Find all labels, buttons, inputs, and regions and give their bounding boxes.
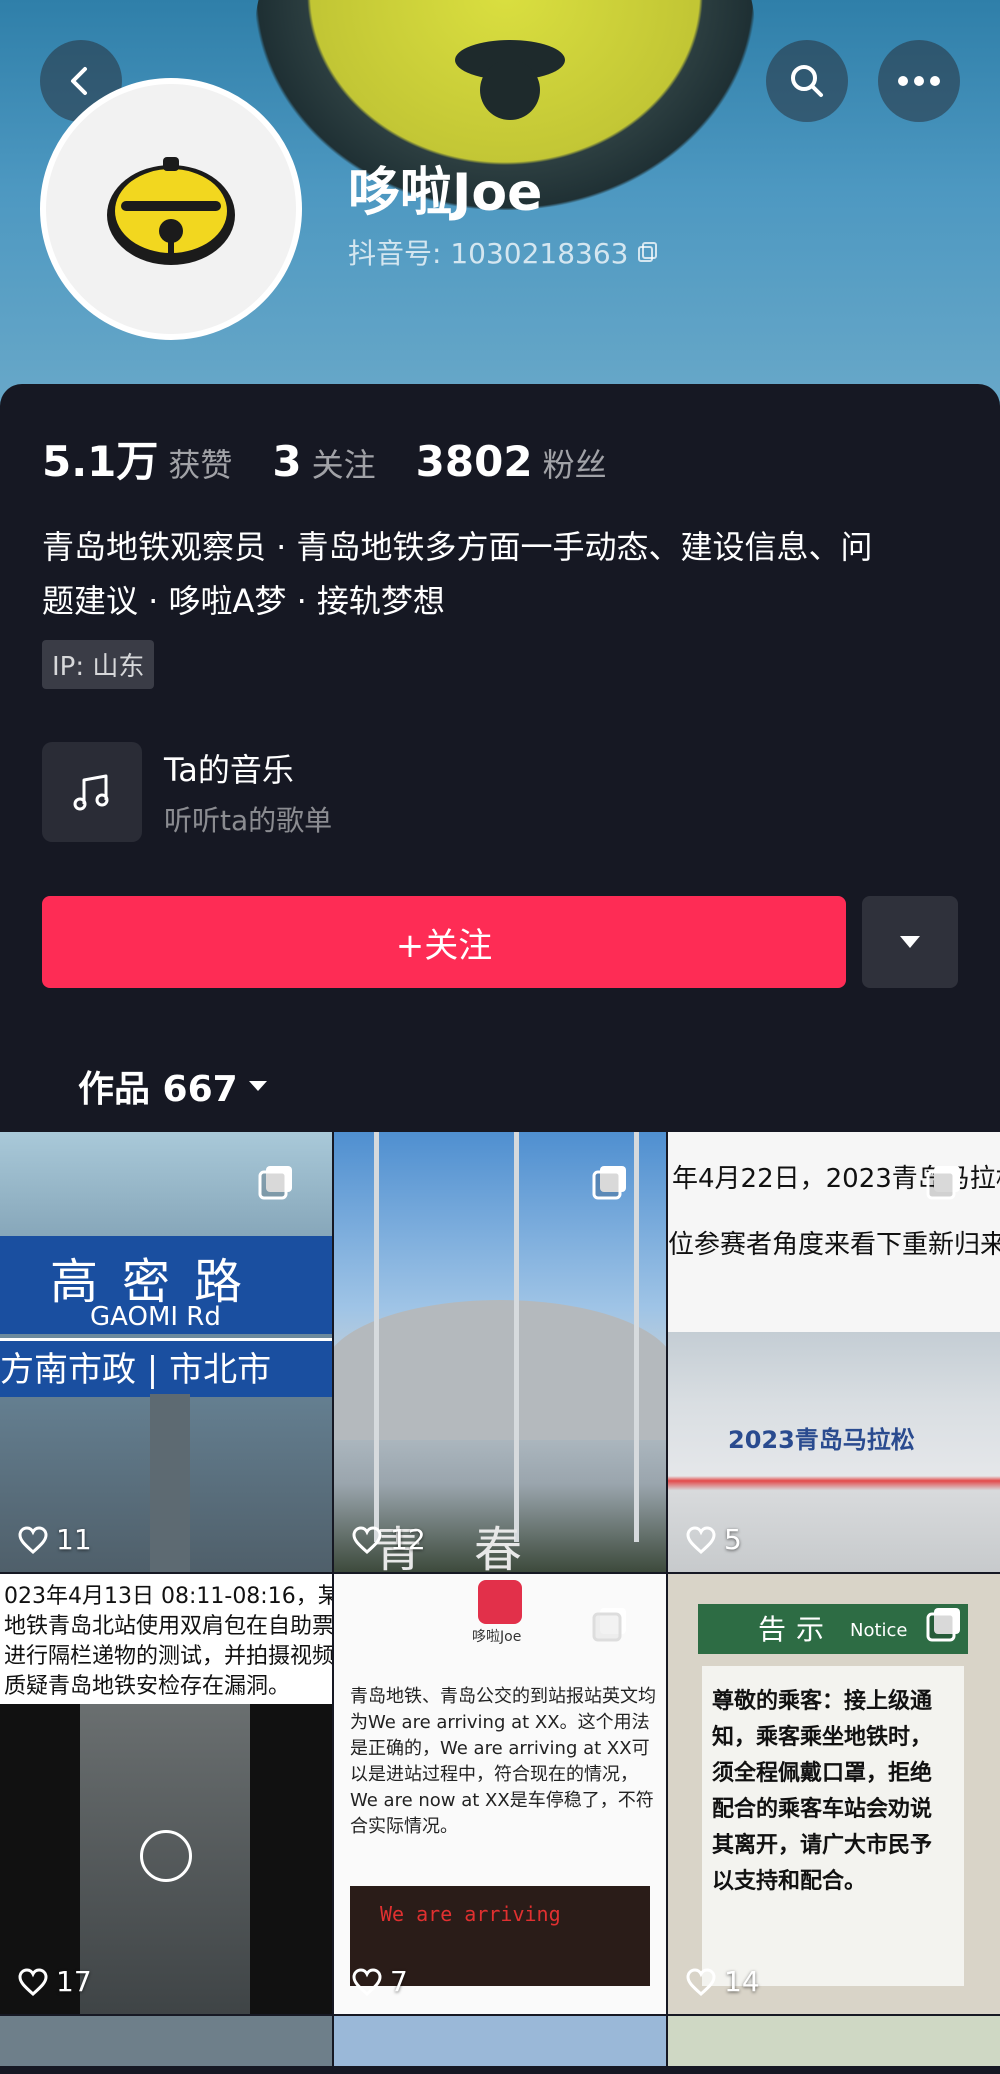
bell-avatar-icon — [107, 157, 235, 265]
multi-image-icon — [592, 1608, 626, 1642]
video-tile[interactable]: 高密路 GAOMI Rd 方南市政 | 市北市 11 — [0, 1132, 332, 1572]
like-count: 17 — [18, 1965, 92, 1998]
stat-followers[interactable]: 3802 粉丝 — [416, 437, 607, 486]
caption-line-2: 地铁青岛北站使用双肩包在自助票机 — [4, 1614, 332, 1639]
like-count-value: 17 — [56, 1965, 92, 1998]
search-icon — [791, 65, 823, 97]
music-title: Ta的音乐 — [164, 751, 294, 789]
stat-following-num: 3 — [272, 437, 302, 486]
tab-works[interactable]: 作品 667 — [78, 1060, 268, 1112]
like-count: 12 — [352, 1523, 426, 1556]
video-grid: 高密路 GAOMI Rd 方南市政 | 市北市 11 青春足 12 年4月22日 — [0, 1132, 1000, 2066]
notice-text: 尊敬的乘客：接上级通知，乘客乘坐地铁时，须全程佩戴口罩，拒绝配合的乘客车站会劝说… — [712, 1689, 933, 1894]
heart-icon — [686, 1525, 716, 1554]
led-display-text: We are arriving — [380, 1902, 561, 1926]
like-count-value: 7 — [390, 1965, 408, 1998]
music-note-icon — [42, 742, 142, 842]
caption-line-2: 位参赛者角度来看下重新归来的 — [668, 1230, 1000, 1260]
sign-text-sub: GAOMI Rd — [90, 1302, 221, 1332]
app-logo-icon — [478, 1580, 522, 1624]
video-tile[interactable]: 告示 Notice 尊敬的乘客：接上级通知，乘客乘坐地铁时，须全程佩戴口罩，拒绝… — [668, 1574, 1000, 2014]
multi-image-icon — [926, 1166, 960, 1200]
caret-down-icon — [900, 936, 920, 948]
stat-following[interactable]: 3 关注 — [272, 437, 375, 486]
stat-followers-label: 粉丝 — [542, 446, 607, 484]
flagpole — [374, 1132, 379, 1542]
video-tile[interactable]: 023年4月13日 08:11-08:16，某男性乘 地铁青岛北站使用双肩包在自… — [0, 1574, 332, 2014]
caret-down-icon — [248, 1081, 267, 1091]
caption-body: 青岛地铁、青岛公交的到站报站英文均为We are arriving at XX。… — [350, 1686, 656, 1837]
search-button[interactable] — [766, 40, 848, 122]
video-tile[interactable]: 哆啦Joe 青岛地铁、青岛公交的到站报站英文均为We are arriving … — [334, 1574, 666, 2014]
more-button[interactable] — [878, 40, 960, 122]
cover-bell-dot — [480, 60, 540, 120]
video-tile[interactable]: 青春足 12 — [334, 1132, 666, 1572]
multi-image-icon — [592, 1166, 626, 1200]
heart-icon — [18, 1525, 48, 1554]
stat-likes-label: 获赞 — [168, 446, 233, 484]
like-count-value: 14 — [724, 1965, 760, 1998]
profile-stats: 5.1万 获赞 3 关注 3802 粉丝 — [42, 428, 647, 489]
flagpole — [634, 1132, 639, 1542]
bio-line-2: 题建议 · 哆啦A梦 · 接轨梦想 — [42, 582, 445, 620]
notice-title-en: Notice — [850, 1620, 908, 1641]
profile-nickname: 哆啦Joe — [348, 163, 543, 223]
account-id: 抖音号: 1030218363 — [348, 237, 629, 270]
copy-icon[interactable] — [636, 240, 660, 264]
like-count-value: 12 — [390, 1523, 426, 1556]
video-tile[interactable] — [334, 2016, 666, 2066]
music-entry[interactable]: Ta的音乐 听听ta的歌单 — [42, 742, 332, 842]
flagpole — [514, 1132, 519, 1542]
sign-pole — [150, 1394, 190, 1572]
follow-button[interactable]: +关注 — [42, 896, 846, 988]
caption-line-3: 进行隔栏递物的测试，并拍摄视频发布 — [4, 1644, 332, 1669]
tab-works-label: 作品 667 — [78, 1069, 238, 1110]
like-count-value: 11 — [56, 1523, 92, 1556]
like-count: 14 — [686, 1965, 760, 1998]
video-tile[interactable]: 年4月22日，2023青岛马拉松正 位参赛者角度来看下重新归来的 2023青岛马… — [668, 1132, 1000, 1572]
multi-image-icon — [926, 1608, 960, 1642]
avatar[interactable] — [40, 78, 302, 340]
stadium-arch — [334, 1300, 666, 1440]
caption-line-1: 023年4月13日 08:11-08:16，某男性乘 — [4, 1584, 332, 1609]
like-count-value: 5 — [724, 1523, 742, 1556]
caption-line-4: 质疑青岛地铁安检存在漏洞。 — [4, 1674, 291, 1699]
stat-following-label: 关注 — [311, 446, 376, 484]
like-count: 5 — [686, 1523, 742, 1556]
profile-bio: 青岛地铁观察员 · 青岛地铁多方面一手动态、建设信息、问 题建议 · 哆啦A梦 … — [42, 520, 962, 628]
play-icon — [140, 1830, 192, 1882]
ip-location-tag: IP: 山东 — [42, 640, 155, 689]
video-tile[interactable] — [668, 2016, 1000, 2066]
like-count: 7 — [352, 1965, 408, 1998]
logo-caption: 哆啦Joe — [472, 1629, 522, 1645]
notice-title: 告示 — [758, 1613, 835, 1646]
stat-followers-num: 3802 — [415, 437, 533, 486]
caption-text: 023年4月13日 08:11-08:16，某男性乘 地铁青岛北站使用双肩包在自… — [0, 1574, 332, 1704]
music-subtitle: 听听ta的歌单 — [164, 804, 333, 837]
music-text: Ta的音乐 听听ta的歌单 — [164, 745, 332, 839]
account-id-row[interactable]: 抖音号: 1030218363 — [348, 232, 660, 272]
stat-likes[interactable]: 5.1万 获赞 — [42, 428, 232, 489]
recommend-dropdown-button[interactable] — [862, 896, 958, 988]
like-count: 11 — [18, 1523, 92, 1556]
chevron-left-icon — [71, 67, 87, 95]
profile-panel: 5.1万 获赞 3 关注 3802 粉丝 青岛地铁观察员 · 青岛地铁多方面一手… — [0, 384, 1000, 1124]
lower-sign-text: 方南市政 | 市北市 — [0, 1350, 272, 1390]
video-tile[interactable] — [0, 2016, 332, 2066]
heart-icon — [18, 1967, 48, 1996]
bio-line-1: 青岛地铁观察员 · 青岛地铁多方面一手动态、建设信息、问 — [42, 528, 873, 566]
stat-likes-num: 5.1万 — [42, 437, 159, 486]
heart-icon — [686, 1967, 716, 1996]
marathon-banner-text: 2023青岛马拉松 — [728, 1426, 915, 1454]
heart-icon — [352, 1525, 382, 1554]
more-dots-icon — [898, 76, 940, 86]
heart-icon — [352, 1967, 382, 1996]
multi-image-icon — [258, 1166, 292, 1200]
